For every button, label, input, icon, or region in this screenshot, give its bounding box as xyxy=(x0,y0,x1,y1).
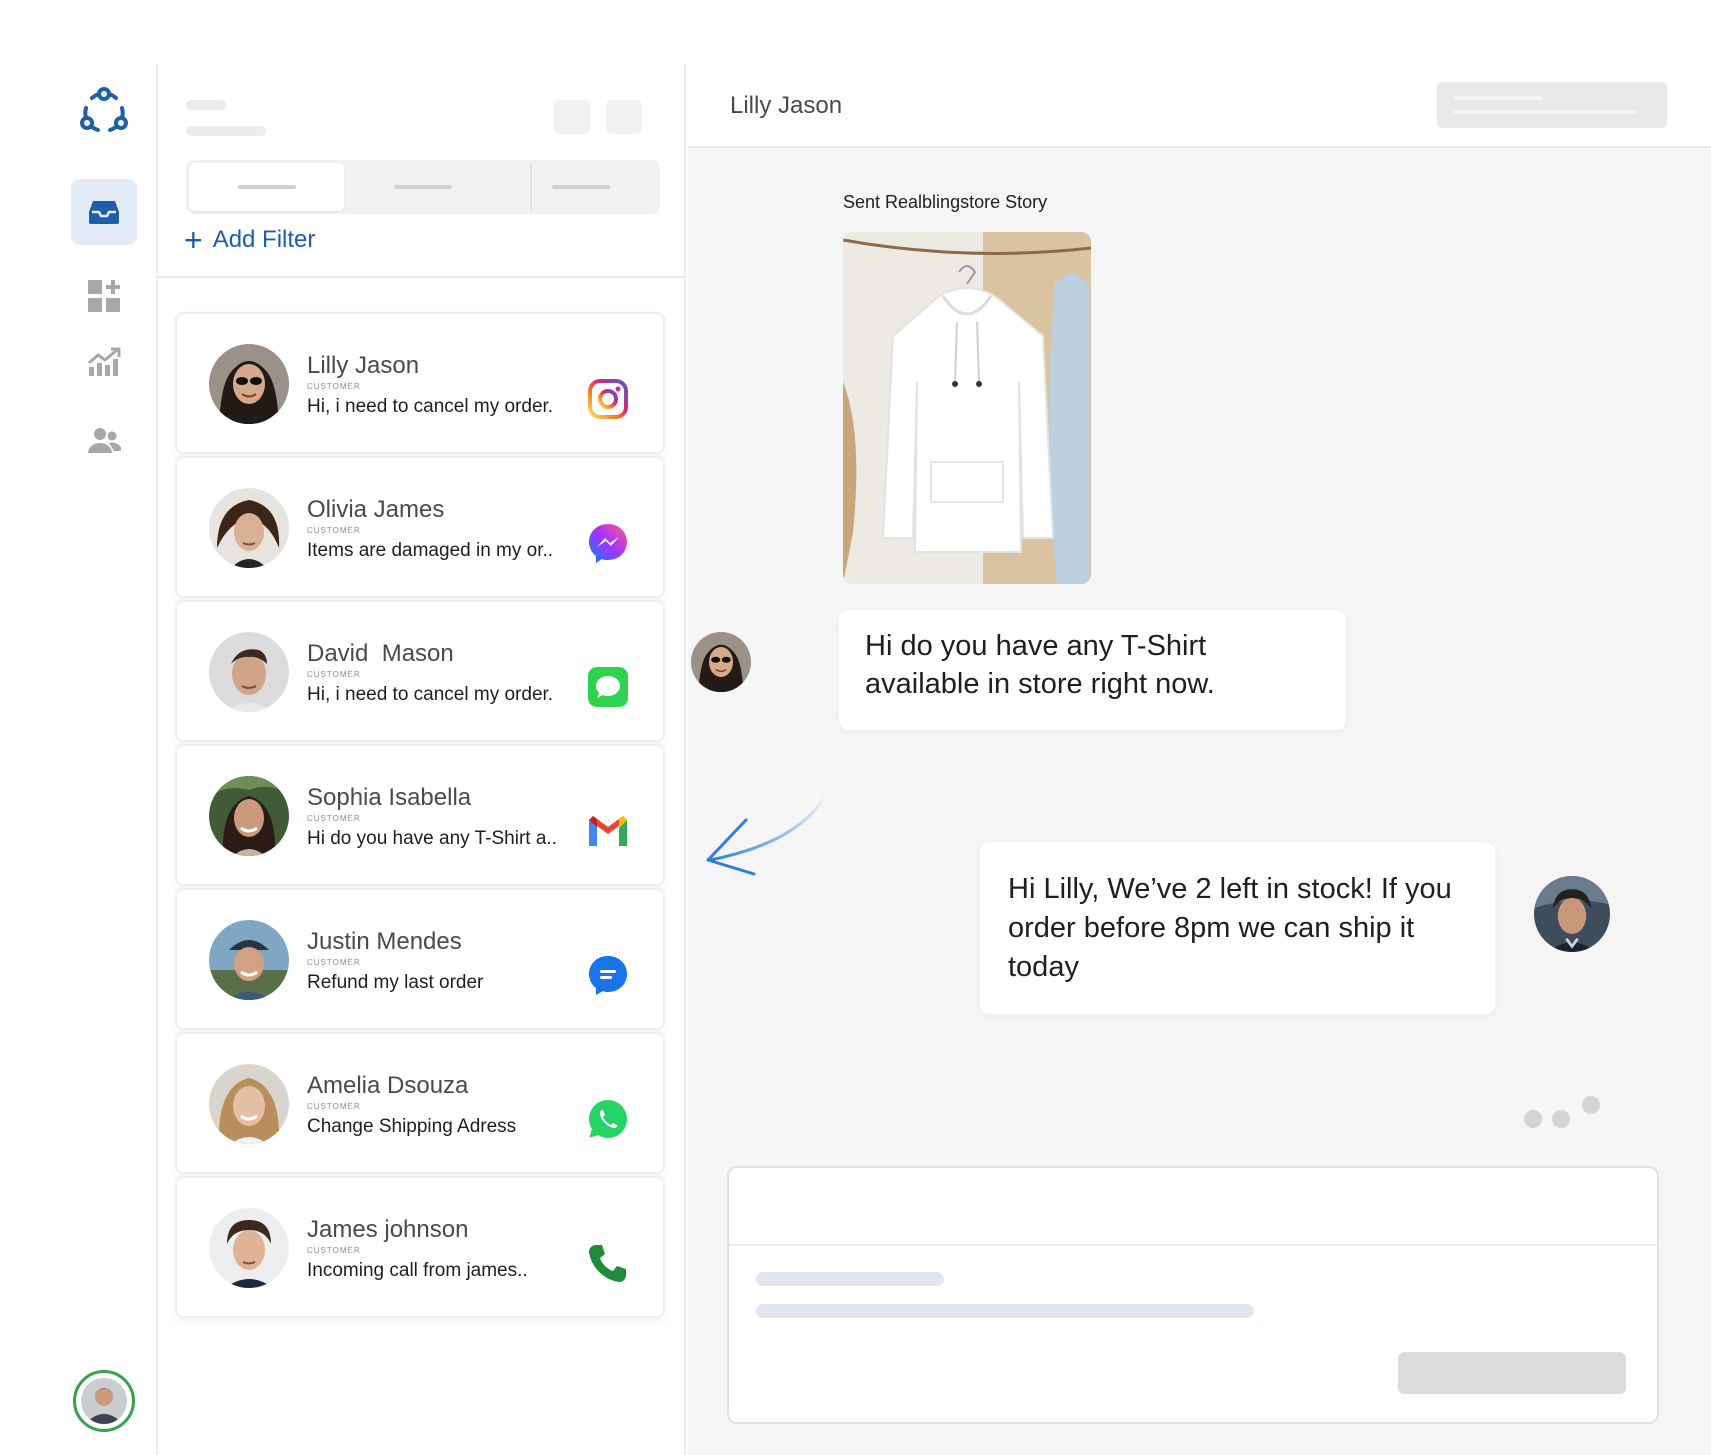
typing-dot xyxy=(1552,1110,1570,1128)
chat-header: Lilly Jason xyxy=(688,64,1711,148)
composer-skeleton-line xyxy=(756,1304,1254,1318)
composer-input[interactable] xyxy=(729,1168,1657,1244)
contact-name: Olivia James xyxy=(307,496,445,523)
header-skeleton-line xyxy=(186,126,266,136)
add-filter-label: Add Filter xyxy=(212,226,316,253)
message-preview: Incoming call from james.. xyxy=(307,1260,528,1281)
conversation-item[interactable]: Justin Mendes CUSTOMER Refund my last or… xyxy=(175,888,665,1030)
conversation-list-panel: + Add Filter Lilly Jason CUSTOMER Hi, i … xyxy=(158,64,686,1455)
inbox-tray-icon xyxy=(89,201,119,224)
contact-role: CUSTOMER xyxy=(307,1246,361,1255)
phone-icon xyxy=(587,1242,629,1284)
add-filter-button[interactable]: + Add Filter xyxy=(184,222,315,258)
dashboard-add-icon xyxy=(88,280,120,312)
header-action-button[interactable] xyxy=(554,100,590,134)
contact-role: CUSTOMER xyxy=(307,1102,361,1111)
list-header: + Add Filter xyxy=(158,64,686,278)
avatar xyxy=(209,488,289,568)
avatar xyxy=(209,1208,289,1288)
contact-name: Sophia Isabella xyxy=(307,784,472,811)
conversation-item[interactable]: Lilly Jason CUSTOMER Hi, i need to cance… xyxy=(175,312,665,454)
message-preview: Hi, i need to cancel my order. xyxy=(307,684,554,705)
header-action-button[interactable] xyxy=(1437,82,1667,128)
avatar xyxy=(209,1064,289,1144)
message-preview: Change Shipping Adress xyxy=(307,1116,517,1137)
instagram-icon xyxy=(587,378,629,420)
agent-avatar xyxy=(1534,876,1610,952)
avatar xyxy=(209,632,289,712)
sidebar-item-inbox[interactable] xyxy=(71,179,137,245)
chat-contact-name: Lilly Jason xyxy=(730,92,843,119)
profile-avatar[interactable] xyxy=(73,1370,135,1432)
plus-icon: + xyxy=(184,222,203,258)
avatar xyxy=(209,344,289,424)
send-button[interactable] xyxy=(1398,1352,1626,1394)
header-skeleton-line xyxy=(186,100,226,110)
avatar xyxy=(209,920,289,1000)
contact-name: Lilly Jason xyxy=(307,352,420,379)
message-preview: Hi do you have any T-Shirt a.. xyxy=(307,828,557,849)
sidebar-item-contacts[interactable] xyxy=(71,407,137,473)
tab-second[interactable] xyxy=(344,160,502,214)
story-label: Sent Realblingstore Story xyxy=(843,192,1048,212)
arrow-icon xyxy=(706,793,828,876)
tab-first[interactable] xyxy=(189,163,344,211)
message-preview: Hi, i need to cancel my order. xyxy=(307,396,554,417)
contact-name: Justin Mendes xyxy=(307,928,462,955)
left-rail xyxy=(0,64,158,1455)
whatsapp-icon xyxy=(587,1098,629,1140)
incoming-message-bubble: Hi do you have any T-Shirt available in … xyxy=(839,610,1346,730)
contact-role: CUSTOMER xyxy=(307,526,361,535)
chat-bubble-icon xyxy=(587,954,629,996)
typing-dot xyxy=(1582,1096,1600,1114)
typing-dot xyxy=(1524,1110,1542,1128)
contact-role: CUSTOMER xyxy=(307,814,361,823)
gmail-icon xyxy=(587,810,629,852)
story-image[interactable] xyxy=(843,232,1091,584)
messenger-icon xyxy=(587,522,629,564)
message-preview: Refund my last order xyxy=(307,972,484,993)
avatar xyxy=(209,776,289,856)
chart-growth-icon xyxy=(88,347,121,376)
users-icon xyxy=(88,428,121,453)
conversation-item[interactable]: James johnson CUSTOMER Incoming call fro… xyxy=(175,1176,665,1318)
imessage-icon xyxy=(587,666,629,708)
sidebar-item-analytics[interactable] xyxy=(71,329,137,395)
conversation-item[interactable]: Sophia Isabella CUSTOMER Hi do you have … xyxy=(175,744,665,886)
contact-role: CUSTOMER xyxy=(307,958,361,967)
sidebar-item-apps[interactable] xyxy=(71,263,137,329)
contact-name: David Mason xyxy=(307,640,454,667)
contact-name: Amelia Dsouza xyxy=(307,1072,469,1099)
contact-avatar xyxy=(691,632,751,692)
composer-skeleton-line xyxy=(756,1272,944,1286)
app-logo-icon[interactable] xyxy=(76,84,132,140)
conversation-item[interactable]: David Mason CUSTOMER Hi, i need to cance… xyxy=(175,600,665,742)
message-preview: Items are damaged in my or.. xyxy=(307,540,554,561)
message-composer xyxy=(727,1166,1659,1424)
chat-panel: Lilly Jason Sent Realblingstore Story Hi… xyxy=(688,64,1711,1455)
contact-role: CUSTOMER xyxy=(307,382,361,391)
contact-name: James johnson xyxy=(307,1216,469,1243)
filter-tabs xyxy=(186,160,660,214)
header-action-button[interactable] xyxy=(606,100,642,134)
conversation-item[interactable]: Amelia Dsouza CUSTOMER Change Shipping A… xyxy=(175,1032,665,1174)
tab-third[interactable] xyxy=(502,160,660,214)
conversation-item[interactable]: Olivia James CUSTOMER Items are damaged … xyxy=(175,456,665,598)
outgoing-message-bubble: Hi Lilly, We’ve 2 left in stock! If you … xyxy=(980,842,1495,1014)
contact-role: CUSTOMER xyxy=(307,670,361,679)
